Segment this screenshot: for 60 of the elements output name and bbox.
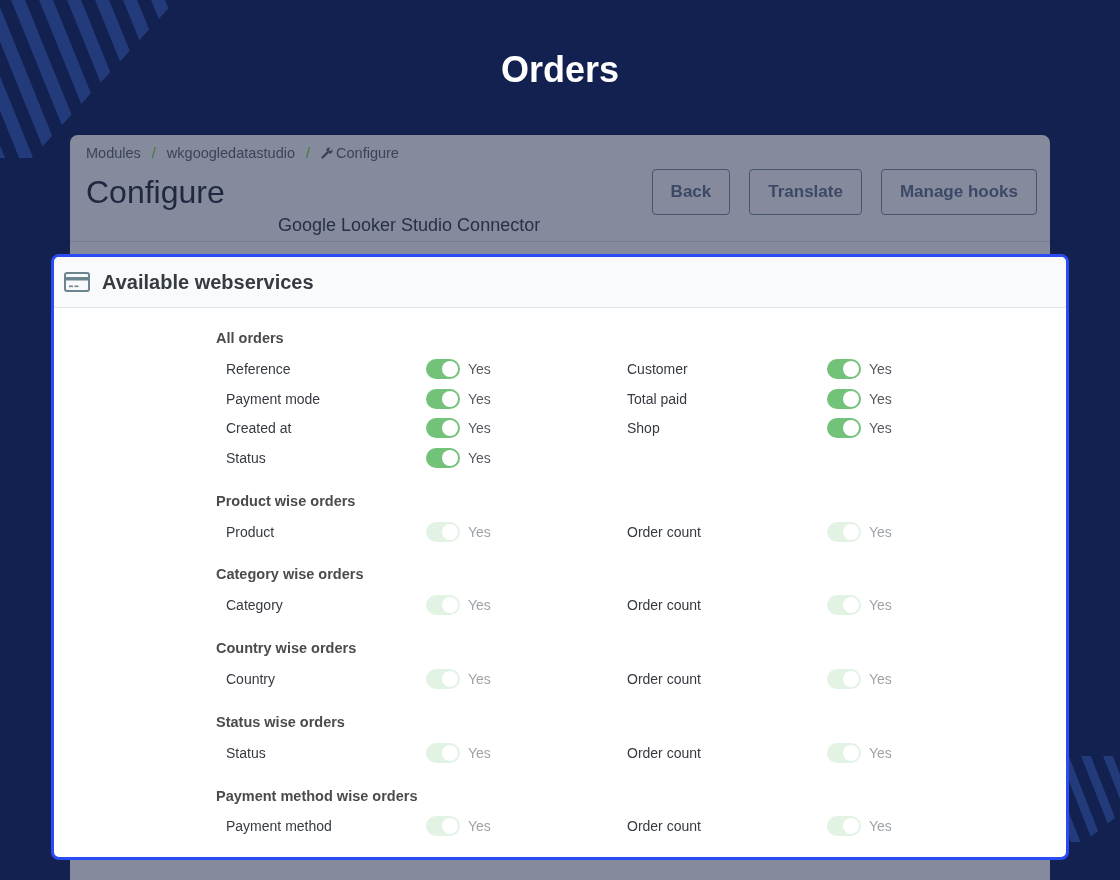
toggle-state-label: Yes <box>468 818 491 835</box>
breadcrumb-separator: / <box>151 145 156 161</box>
toolbar-button[interactable]: Manage hooks <box>880 169 1037 215</box>
field-label: Order count <box>627 818 702 835</box>
credit-card-icon <box>64 272 90 292</box>
page-heading: Configure <box>86 173 225 212</box>
field-label: Reference <box>226 360 292 377</box>
field-label: Payment method <box>226 818 333 835</box>
field-label: Created at <box>226 420 293 437</box>
module-subtitle: Google Looker Studio Connector <box>277 215 542 235</box>
toggle-state-label: Yes <box>468 449 491 466</box>
toggle-state-label: Yes <box>869 523 892 540</box>
section-heading: Status wise orders <box>216 712 346 732</box>
field-label: Total paid <box>627 390 688 407</box>
toggle-state-label: Yes <box>869 597 892 614</box>
toolbar-button[interactable]: Translate <box>749 169 862 215</box>
toolbar-button[interactable]: Back <box>651 169 731 215</box>
field-label: Product <box>226 523 276 540</box>
toggle-switch[interactable] <box>426 447 460 468</box>
breadcrumb-link[interactable]: wkgoogledatastudio <box>166 145 296 161</box>
toggle-switch[interactable] <box>426 358 460 379</box>
section-heading: Category wise orders <box>216 565 365 585</box>
toggle-switch[interactable] <box>426 388 460 409</box>
field-label: Status <box>226 744 267 761</box>
breadcrumb-link[interactable]: Modules <box>86 145 141 161</box>
field-label: Category <box>226 597 284 614</box>
field-label: Order count <box>627 670 702 687</box>
page-title: Orders <box>500 48 620 92</box>
toggle-state-label: Yes <box>869 818 892 835</box>
toggle-state-label: Yes <box>869 670 892 687</box>
field-label: Order count <box>627 523 702 540</box>
toggle-state-label: Yes <box>468 744 491 761</box>
field-label: Payment mode <box>226 390 322 407</box>
toggle-state-label: Yes <box>468 360 491 377</box>
field-label: Country <box>226 670 277 687</box>
toggle-state-label: Yes <box>869 420 892 437</box>
field-label: Shop <box>627 420 661 437</box>
toggle-state-label: Yes <box>869 360 892 377</box>
toggle-switch[interactable] <box>827 358 861 379</box>
breadcrumb-current: Configure <box>336 145 399 161</box>
toggle-state-label: Yes <box>468 597 491 614</box>
section-heading: Product wise orders <box>216 491 357 511</box>
field-label: Status <box>226 449 267 466</box>
field-label: Customer <box>627 360 689 377</box>
field-label: Order count <box>627 744 702 761</box>
section-heading: Payment method wise orders <box>216 786 419 806</box>
toggle-state-label: Yes <box>869 744 892 761</box>
toggle-state-label: Yes <box>468 390 491 407</box>
toggle-state-label: Yes <box>869 390 892 407</box>
card-title: Available webservices <box>102 270 314 294</box>
toggle-state-label: Yes <box>468 523 491 540</box>
section-heading: Country wise orders <box>216 639 358 659</box>
breadcrumb-separator: / <box>306 145 311 161</box>
toggle-state-label: Yes <box>468 420 491 437</box>
toggle-switch[interactable] <box>426 418 460 439</box>
field-label: Order count <box>627 597 702 614</box>
toggle-switch[interactable] <box>827 388 861 409</box>
toggle-state-label: Yes <box>468 670 491 687</box>
section-heading: All orders <box>216 329 285 348</box>
toggle-switch[interactable] <box>827 418 861 439</box>
